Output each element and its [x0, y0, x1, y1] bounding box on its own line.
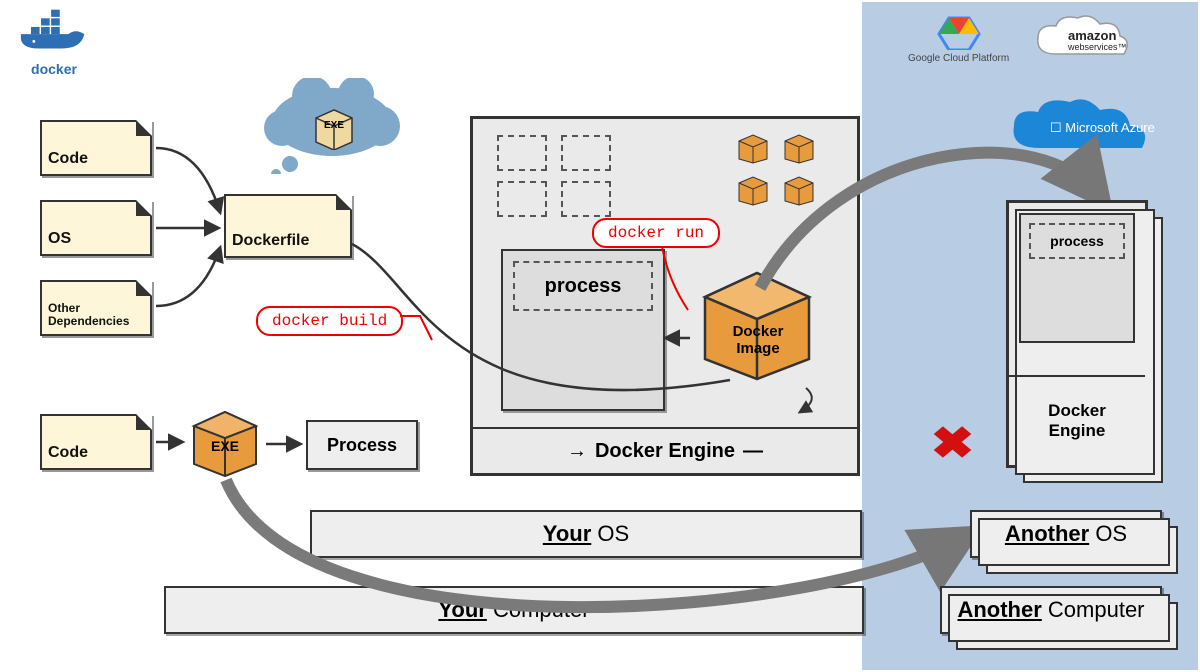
file-code-2: Code [40, 414, 152, 470]
docker-engine-label-row: → Docker Engine — [473, 427, 857, 473]
docker-engine-panel: process Docker Image → Docker Engine — [470, 116, 860, 476]
docker-logo: docker [14, 6, 94, 77]
cube-icon [781, 133, 817, 165]
image-slot-icon [561, 181, 611, 217]
image-slot-icon [497, 181, 547, 217]
file-os-label: OS [48, 230, 144, 248]
cube-icon [735, 133, 771, 165]
file-deps: Other Dependencies [40, 280, 152, 336]
docker-build-text: docker build [272, 312, 387, 330]
your-computer-u: Your [438, 597, 486, 622]
cube-icon [781, 175, 817, 207]
aws-label-1: amazon [1068, 28, 1116, 43]
file-dockerfile-label: Dockerfile [232, 232, 344, 250]
docker-engine-label: Docker Engine [595, 440, 735, 463]
image-slot-icon [561, 135, 611, 171]
remote-process-label: process [1050, 233, 1104, 249]
aws-badge: amazon webservices™ [1032, 14, 1132, 71]
file-deps-label: Other Dependencies [48, 302, 144, 328]
docker-image-label: Docker Image [713, 323, 803, 357]
remote-engine-panel: process Docker Engine [1006, 200, 1148, 468]
file-code-label: Code [48, 150, 144, 168]
remote-engine-label: Docker Engine [1009, 375, 1145, 465]
your-os-u: Your [543, 521, 591, 546]
image-slot-icon [497, 135, 547, 171]
cross-icon: ✖ [930, 418, 974, 469]
your-computer-bar: Your Computer [164, 586, 864, 634]
exe-cube: EXE [186, 408, 264, 483]
docker-run-callout: docker run [592, 218, 720, 248]
gcp-icon [937, 12, 981, 50]
your-computer-rest: Computer [487, 597, 590, 622]
process-box: Process [306, 420, 418, 470]
file-os: OS [40, 200, 152, 256]
docker-whale-icon [18, 6, 90, 58]
process-box-label: Process [327, 435, 397, 456]
exe-cloud-cube: EXE [310, 106, 358, 155]
another-computer-bar: Another Computer [940, 586, 1162, 634]
another-computer-u: Another [957, 597, 1041, 622]
your-os-rest: OS [591, 521, 629, 546]
process-slot: process [513, 261, 653, 311]
file-dockerfile: Dockerfile [224, 194, 352, 258]
docker-image-cube: Docker Image [693, 267, 821, 388]
remote-process-slot: process [1029, 223, 1125, 259]
file-code2-label: Code [48, 444, 144, 462]
docker-logo-text: docker [14, 61, 94, 77]
cube-icon [735, 175, 771, 207]
remote-process-container: process [1019, 213, 1135, 343]
another-os-bar: Another OS [970, 510, 1162, 558]
another-computer-rest: Computer [1042, 597, 1145, 622]
gcp-badge: Google Cloud Platform [908, 12, 1009, 64]
azure-label: Microsoft Azure [1065, 120, 1155, 135]
docker-run-text: docker run [608, 224, 704, 242]
process-container: process [501, 249, 665, 411]
docker-build-callout: docker build [256, 306, 403, 336]
exe-cloud-label: EXE [310, 120, 358, 131]
your-os-bar: Your OS [310, 510, 862, 558]
aws-label-2: webservices™ [1068, 42, 1127, 52]
file-code: Code [40, 120, 152, 176]
gcp-label: Google Cloud Platform [908, 53, 1009, 64]
process-slot-label: process [545, 275, 622, 298]
another-os-u: Another [1005, 521, 1089, 546]
another-os-rest: OS [1089, 521, 1127, 546]
exe-cube-label: EXE [186, 438, 264, 454]
azure-badge: ☐ Microsoft Azure [1004, 96, 1164, 163]
